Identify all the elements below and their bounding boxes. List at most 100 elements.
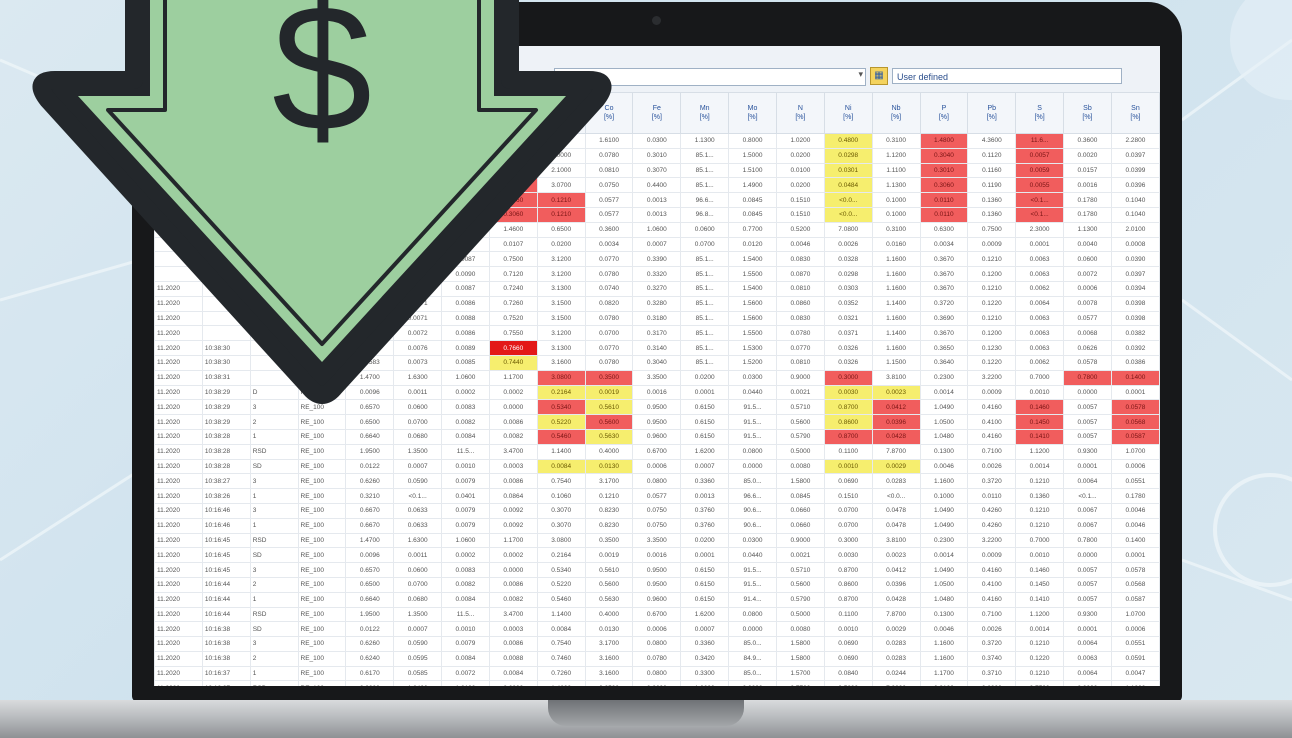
table-cell[interactable]: 0.0399 bbox=[1110, 162, 1160, 179]
table-cell[interactable]: 0.6150 bbox=[680, 414, 730, 430]
table-cell[interactable]: 0.6640 bbox=[345, 591, 395, 608]
table-cell[interactable]: 0.0008 bbox=[1110, 236, 1160, 253]
table-cell[interactable]: 1.0600 bbox=[680, 680, 730, 686]
table-cell[interactable]: 0.1000 bbox=[871, 206, 921, 223]
table-cell[interactable]: 0.7500 bbox=[1015, 680, 1065, 686]
table-cell[interactable]: 0.0092 bbox=[488, 502, 538, 519]
table-cell[interactable]: 0.0680 bbox=[393, 591, 443, 608]
table-cell[interactable]: 0.0303 bbox=[823, 280, 873, 297]
table-cell[interactable]: 0.0283 bbox=[871, 636, 921, 652]
table-cell[interactable]: 0.7540 bbox=[536, 473, 586, 490]
table-cell[interactable]: 0.0110 bbox=[919, 206, 969, 223]
table-cell[interactable]: 0.6700 bbox=[632, 443, 682, 460]
table-cell[interactable]: 11.5... bbox=[441, 443, 490, 460]
table-cell[interactable]: 1.1600 bbox=[871, 251, 921, 268]
table-cell[interactable]: SD bbox=[249, 547, 299, 564]
table-cell[interactable]: 0.9000 bbox=[775, 532, 825, 549]
table-cell[interactable]: 0.1100 bbox=[823, 606, 873, 623]
table-cell[interactable]: 0.1210 bbox=[1015, 502, 1065, 519]
table-cell[interactable]: 11.2020 bbox=[154, 665, 203, 682]
table-cell[interactable]: RE_100 bbox=[297, 665, 347, 682]
table-cell[interactable]: 0.1230 bbox=[967, 340, 1017, 356]
table-cell[interactable]: 0.0080 bbox=[775, 458, 825, 475]
table-cell[interactable]: 0.3070 bbox=[536, 502, 586, 519]
table-cell[interactable]: 0.0568 bbox=[1110, 576, 1160, 593]
table-cell[interactable]: 0.0551 bbox=[1110, 636, 1160, 652]
table-cell[interactable]: 1 bbox=[249, 488, 299, 504]
table-cell[interactable]: 1.6300 bbox=[393, 532, 443, 549]
table-cell[interactable]: 0.4260 bbox=[967, 517, 1017, 534]
table-cell[interactable]: 11.2020 bbox=[154, 636, 203, 652]
table-cell[interactable]: 11.2020 bbox=[154, 606, 203, 623]
table-cell[interactable]: 0.3280 bbox=[632, 295, 682, 312]
table-cell[interactable]: 10:16:46 bbox=[201, 517, 251, 534]
table-cell[interactable]: 0.0029 bbox=[871, 621, 921, 638]
table-cell[interactable]: <0.1... bbox=[1015, 206, 1065, 223]
table-cell[interactable]: 0.1220 bbox=[967, 354, 1017, 371]
table-cell[interactable]: 1.5200 bbox=[728, 354, 777, 371]
table-cell[interactable]: 0.1210 bbox=[967, 251, 1017, 268]
table-cell[interactable]: 0.0750 bbox=[632, 502, 682, 519]
table-cell[interactable]: 1.0480 bbox=[919, 591, 969, 608]
table-cell[interactable]: 0.8700 bbox=[823, 591, 873, 608]
table-cell[interactable]: 0.0010 bbox=[823, 458, 873, 475]
table-cell[interactable]: 0.0590 bbox=[393, 473, 443, 490]
table-cell[interactable]: 0.0578 bbox=[1110, 399, 1160, 416]
table-cell[interactable]: 0.7100 bbox=[967, 606, 1017, 623]
table-cell[interactable]: 10:16:38 bbox=[201, 621, 251, 638]
table-cell[interactable]: 0.0079 bbox=[441, 473, 490, 490]
table-cell[interactable]: 10:16:44 bbox=[201, 576, 251, 593]
table-cell[interactable]: 3.1600 bbox=[584, 650, 634, 667]
table-cell[interactable]: 0.0000 bbox=[728, 621, 777, 638]
column-header[interactable]: Ni [%] bbox=[823, 92, 873, 134]
table-cell[interactable]: 2.3000 bbox=[1063, 680, 1112, 686]
table-cell[interactable]: 0.0030 bbox=[823, 384, 873, 401]
table-cell[interactable]: 0.0200 bbox=[680, 369, 730, 386]
table-cell[interactable]: RE_100 bbox=[297, 443, 347, 460]
table-cell[interactable]: 0.6150 bbox=[680, 576, 730, 593]
table-cell[interactable]: 0.0750 bbox=[632, 517, 682, 534]
table-cell[interactable]: 96.6... bbox=[680, 192, 730, 208]
table-cell[interactable]: 1.1600 bbox=[919, 636, 969, 652]
table-row[interactable]: 11.2020 10:16:38 2 RE_100 0.6240 0.0595 0.0084… bbox=[154, 650, 1160, 667]
table-cell[interactable]: 0.2300 bbox=[919, 532, 969, 549]
table-cell[interactable]: 0.0845 bbox=[775, 488, 825, 504]
table-cell[interactable]: 0.6260 bbox=[345, 636, 395, 652]
table-cell[interactable]: 0.0568 bbox=[1110, 414, 1160, 430]
table-cell[interactable]: 0.4160 bbox=[967, 428, 1017, 445]
table-cell[interactable]: 0.0016 bbox=[632, 384, 682, 401]
table-cell[interactable]: 0.0072 bbox=[1063, 266, 1112, 282]
table-cell[interactable]: 7.8700 bbox=[871, 443, 921, 460]
table-cell[interactable]: 1.5500 bbox=[728, 266, 777, 282]
table-cell[interactable]: 0.4100 bbox=[967, 414, 1017, 430]
table-cell[interactable]: 0.0390 bbox=[1110, 251, 1160, 268]
table-cell[interactable]: 0.1400 bbox=[1110, 532, 1160, 549]
table-cell[interactable]: 0.0298 bbox=[823, 266, 873, 282]
table-cell[interactable]: 0.5340 bbox=[536, 562, 586, 578]
table-cell[interactable]: 11.2020 bbox=[154, 680, 203, 686]
table-cell[interactable]: 1.1500 bbox=[871, 354, 921, 371]
table-cell[interactable]: 0.0084 bbox=[536, 621, 586, 638]
table-cell[interactable]: <0.1... bbox=[393, 488, 443, 504]
table-cell[interactable]: <0.0... bbox=[823, 192, 873, 208]
table-cell[interactable]: 0.0600 bbox=[728, 680, 777, 686]
table-cell[interactable]: 0.3300 bbox=[680, 665, 730, 682]
table-cell[interactable]: 1.1200 bbox=[1015, 606, 1065, 623]
table-cell[interactable]: <0.1... bbox=[1015, 192, 1065, 208]
table-cell[interactable]: 1.1600 bbox=[919, 473, 969, 490]
table-cell[interactable]: 0.1220 bbox=[1015, 650, 1065, 667]
table-cell[interactable]: 0.9500 bbox=[632, 562, 682, 578]
table-cell[interactable]: 0.3670 bbox=[919, 280, 969, 297]
table-cell[interactable]: 0.0014 bbox=[919, 384, 969, 401]
table-cell[interactable]: 0.0084 bbox=[441, 650, 490, 667]
table-cell[interactable]: 1.0480 bbox=[919, 428, 969, 445]
table-cell[interactable]: 91.5... bbox=[728, 562, 777, 578]
table-cell[interactable]: 0.0690 bbox=[823, 636, 873, 652]
table-cell[interactable]: 0.0063 bbox=[1015, 325, 1065, 342]
table-cell[interactable]: 0.0083 bbox=[441, 562, 490, 578]
table-cell[interactable]: 0.1000 bbox=[871, 192, 921, 208]
table-cell[interactable]: 0.1400 bbox=[1110, 369, 1160, 386]
table-cell[interactable]: 10:16:37 bbox=[201, 680, 251, 686]
table-cell[interactable]: 0.0013 bbox=[680, 488, 730, 504]
table-cell[interactable]: 0.6150 bbox=[680, 591, 730, 608]
